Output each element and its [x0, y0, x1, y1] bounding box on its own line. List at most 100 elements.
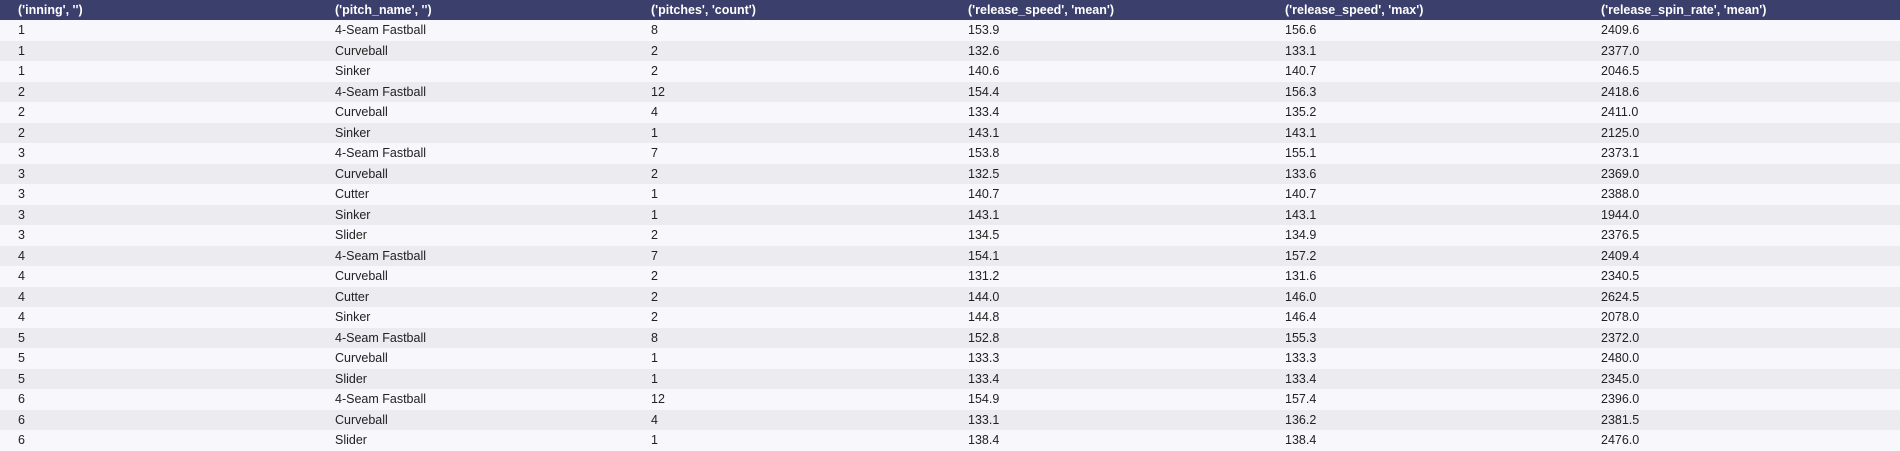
cell-inning: 1 [18, 64, 25, 79]
cell-release-speed-mean: 140.7 [968, 187, 1000, 202]
cell-pitches-count: 2 [651, 269, 658, 284]
table-row: 6 Curveball 4 133.1 136.2 2381.5 [0, 409, 1900, 430]
cell-release-speed-max: 156.6 [1285, 23, 1317, 38]
cell-pitch-name: Sinker [335, 310, 371, 325]
table-row: 5 Curveball 1 133.3 133.3 2480.0 [0, 348, 1900, 369]
table-header: ('inning', '') ('pitch_name', '') ('pitc… [0, 0, 1900, 20]
cell-inning: 5 [18, 330, 25, 345]
cell-pitches-count: 2 [651, 310, 658, 325]
cell-release-speed-mean: 143.1 [968, 125, 1000, 140]
cell-release-spin-rate-mean: 2125.0 [1601, 125, 1640, 140]
table-body: 1 4-Seam Fastball 8 153.9 156.6 2409.6 1 Curveb… [0, 20, 1900, 451]
cell-pitches-count: 8 [651, 23, 658, 38]
cell-pitch-name: Slider [335, 433, 367, 448]
cell-release-spin-rate-mean: 2624.5 [1601, 289, 1640, 304]
table-row: 5 4-Seam Fastball 8 152.8 155.3 2372.0 [0, 327, 1900, 348]
cell-inning: 6 [18, 433, 25, 448]
cell-release-spin-rate-mean: 2388.0 [1601, 187, 1640, 202]
cell-inning: 4 [18, 269, 25, 284]
cell-inning: 4 [18, 248, 25, 263]
cell-inning: 5 [18, 371, 25, 386]
cell-inning: 1 [18, 23, 25, 38]
cell-inning: 6 [18, 392, 25, 407]
cell-pitches-count: 2 [651, 166, 658, 181]
cell-release-speed-max: 143.1 [1285, 125, 1317, 140]
table-row: 6 4-Seam Fastball 12 154.9 157.4 2396.0 [0, 389, 1900, 410]
table-row: 3 Slider 2 134.5 134.9 2376.5 [0, 225, 1900, 246]
cell-pitches-count: 12 [651, 84, 665, 99]
cell-release-speed-mean: 144.0 [968, 289, 1000, 304]
cell-inning: 2 [18, 105, 25, 120]
cell-release-spin-rate-mean: 1944.0 [1601, 207, 1640, 222]
cell-release-spin-rate-mean: 2381.5 [1601, 412, 1640, 427]
cell-release-speed-max: 133.6 [1285, 166, 1317, 181]
cell-inning: 3 [18, 228, 25, 243]
cell-release-speed-max: 140.7 [1285, 64, 1317, 79]
cell-release-spin-rate-mean: 2418.6 [1601, 84, 1640, 99]
cell-release-spin-rate-mean: 2480.0 [1601, 351, 1640, 366]
cell-release-speed-mean: 132.6 [968, 43, 1000, 58]
cell-inning: 5 [18, 351, 25, 366]
column-header-pitch-name: ('pitch_name', '') [335, 3, 432, 17]
table-row: 4 Sinker 2 144.8 146.4 2078.0 [0, 307, 1900, 328]
cell-pitch-name: Sinker [335, 125, 371, 140]
cell-release-spin-rate-mean: 2078.0 [1601, 310, 1640, 325]
table-row: 4 4-Seam Fastball 7 154.1 157.2 2409.4 [0, 245, 1900, 266]
cell-inning: 3 [18, 207, 25, 222]
cell-pitches-count: 1 [651, 125, 658, 140]
cell-pitch-name: Cutter [335, 187, 370, 202]
cell-release-speed-mean: 138.4 [968, 433, 1000, 448]
table-row: 2 4-Seam Fastball 12 154.4 156.3 2418.6 [0, 81, 1900, 102]
column-header-release-spin-rate-mean: ('release_spin_rate', 'mean') [1601, 3, 1767, 17]
cell-release-speed-mean: 133.4 [968, 105, 1000, 120]
cell-release-speed-mean: 134.5 [968, 228, 1000, 243]
cell-inning: 2 [18, 125, 25, 140]
cell-pitch-name: 4-Seam Fastball [335, 330, 427, 345]
table-row: 3 Sinker 1 143.1 143.1 1944.0 [0, 204, 1900, 225]
cell-release-speed-mean: 153.9 [968, 23, 1000, 38]
cell-inning: 3 [18, 146, 25, 161]
cell-release-speed-max: 133.4 [1285, 371, 1317, 386]
cell-release-spin-rate-mean: 2409.4 [1601, 248, 1640, 263]
cell-pitch-name: Curveball [335, 412, 388, 427]
cell-release-speed-mean: 140.6 [968, 64, 1000, 79]
cell-pitch-name: Curveball [335, 351, 388, 366]
table-row: 1 Sinker 2 140.6 140.7 2046.5 [0, 61, 1900, 82]
cell-release-speed-mean: 154.9 [968, 392, 1000, 407]
cell-release-spin-rate-mean: 2377.0 [1601, 43, 1640, 58]
column-header-inning: ('inning', '') [18, 3, 83, 17]
cell-pitches-count: 1 [651, 351, 658, 366]
column-header-release-speed-max: ('release_speed', 'max') [1285, 3, 1424, 17]
cell-release-speed-mean: 144.8 [968, 310, 1000, 325]
column-header-pitches-count: ('pitches', 'count') [651, 3, 756, 17]
cell-release-speed-max: 155.1 [1285, 146, 1317, 161]
table-row: 4 Cutter 2 144.0 146.0 2624.5 [0, 286, 1900, 307]
cell-pitches-count: 2 [651, 228, 658, 243]
cell-pitch-name: Cutter [335, 289, 370, 304]
cell-release-speed-max: 157.2 [1285, 248, 1317, 263]
cell-pitches-count: 12 [651, 392, 665, 407]
cell-pitches-count: 1 [651, 187, 658, 202]
cell-inning: 4 [18, 310, 25, 325]
cell-pitch-name: Curveball [335, 43, 388, 58]
cell-pitches-count: 4 [651, 105, 658, 120]
cell-release-spin-rate-mean: 2396.0 [1601, 392, 1640, 407]
cell-inning: 4 [18, 289, 25, 304]
cell-pitches-count: 2 [651, 289, 658, 304]
cell-release-spin-rate-mean: 2409.6 [1601, 23, 1640, 38]
cell-release-spin-rate-mean: 2411.0 [1601, 105, 1639, 120]
cell-release-speed-mean: 143.1 [968, 207, 1000, 222]
cell-pitches-count: 1 [651, 433, 658, 448]
data-table: ('inning', '') ('pitch_name', '') ('pitc… [0, 0, 1900, 451]
cell-pitch-name: 4-Seam Fastball [335, 23, 427, 38]
cell-release-speed-mean: 152.8 [968, 330, 1000, 345]
cell-inning: 3 [18, 187, 25, 202]
cell-inning: 1 [18, 43, 25, 58]
table-row: 5 Slider 1 133.4 133.4 2345.0 [0, 368, 1900, 389]
cell-release-speed-max: 135.2 [1285, 105, 1317, 120]
cell-release-speed-max: 133.3 [1285, 351, 1317, 366]
cell-release-speed-max: 136.2 [1285, 412, 1317, 427]
cell-release-spin-rate-mean: 2372.0 [1601, 330, 1640, 345]
cell-release-spin-rate-mean: 2046.5 [1601, 64, 1640, 79]
cell-release-spin-rate-mean: 2369.0 [1601, 166, 1640, 181]
